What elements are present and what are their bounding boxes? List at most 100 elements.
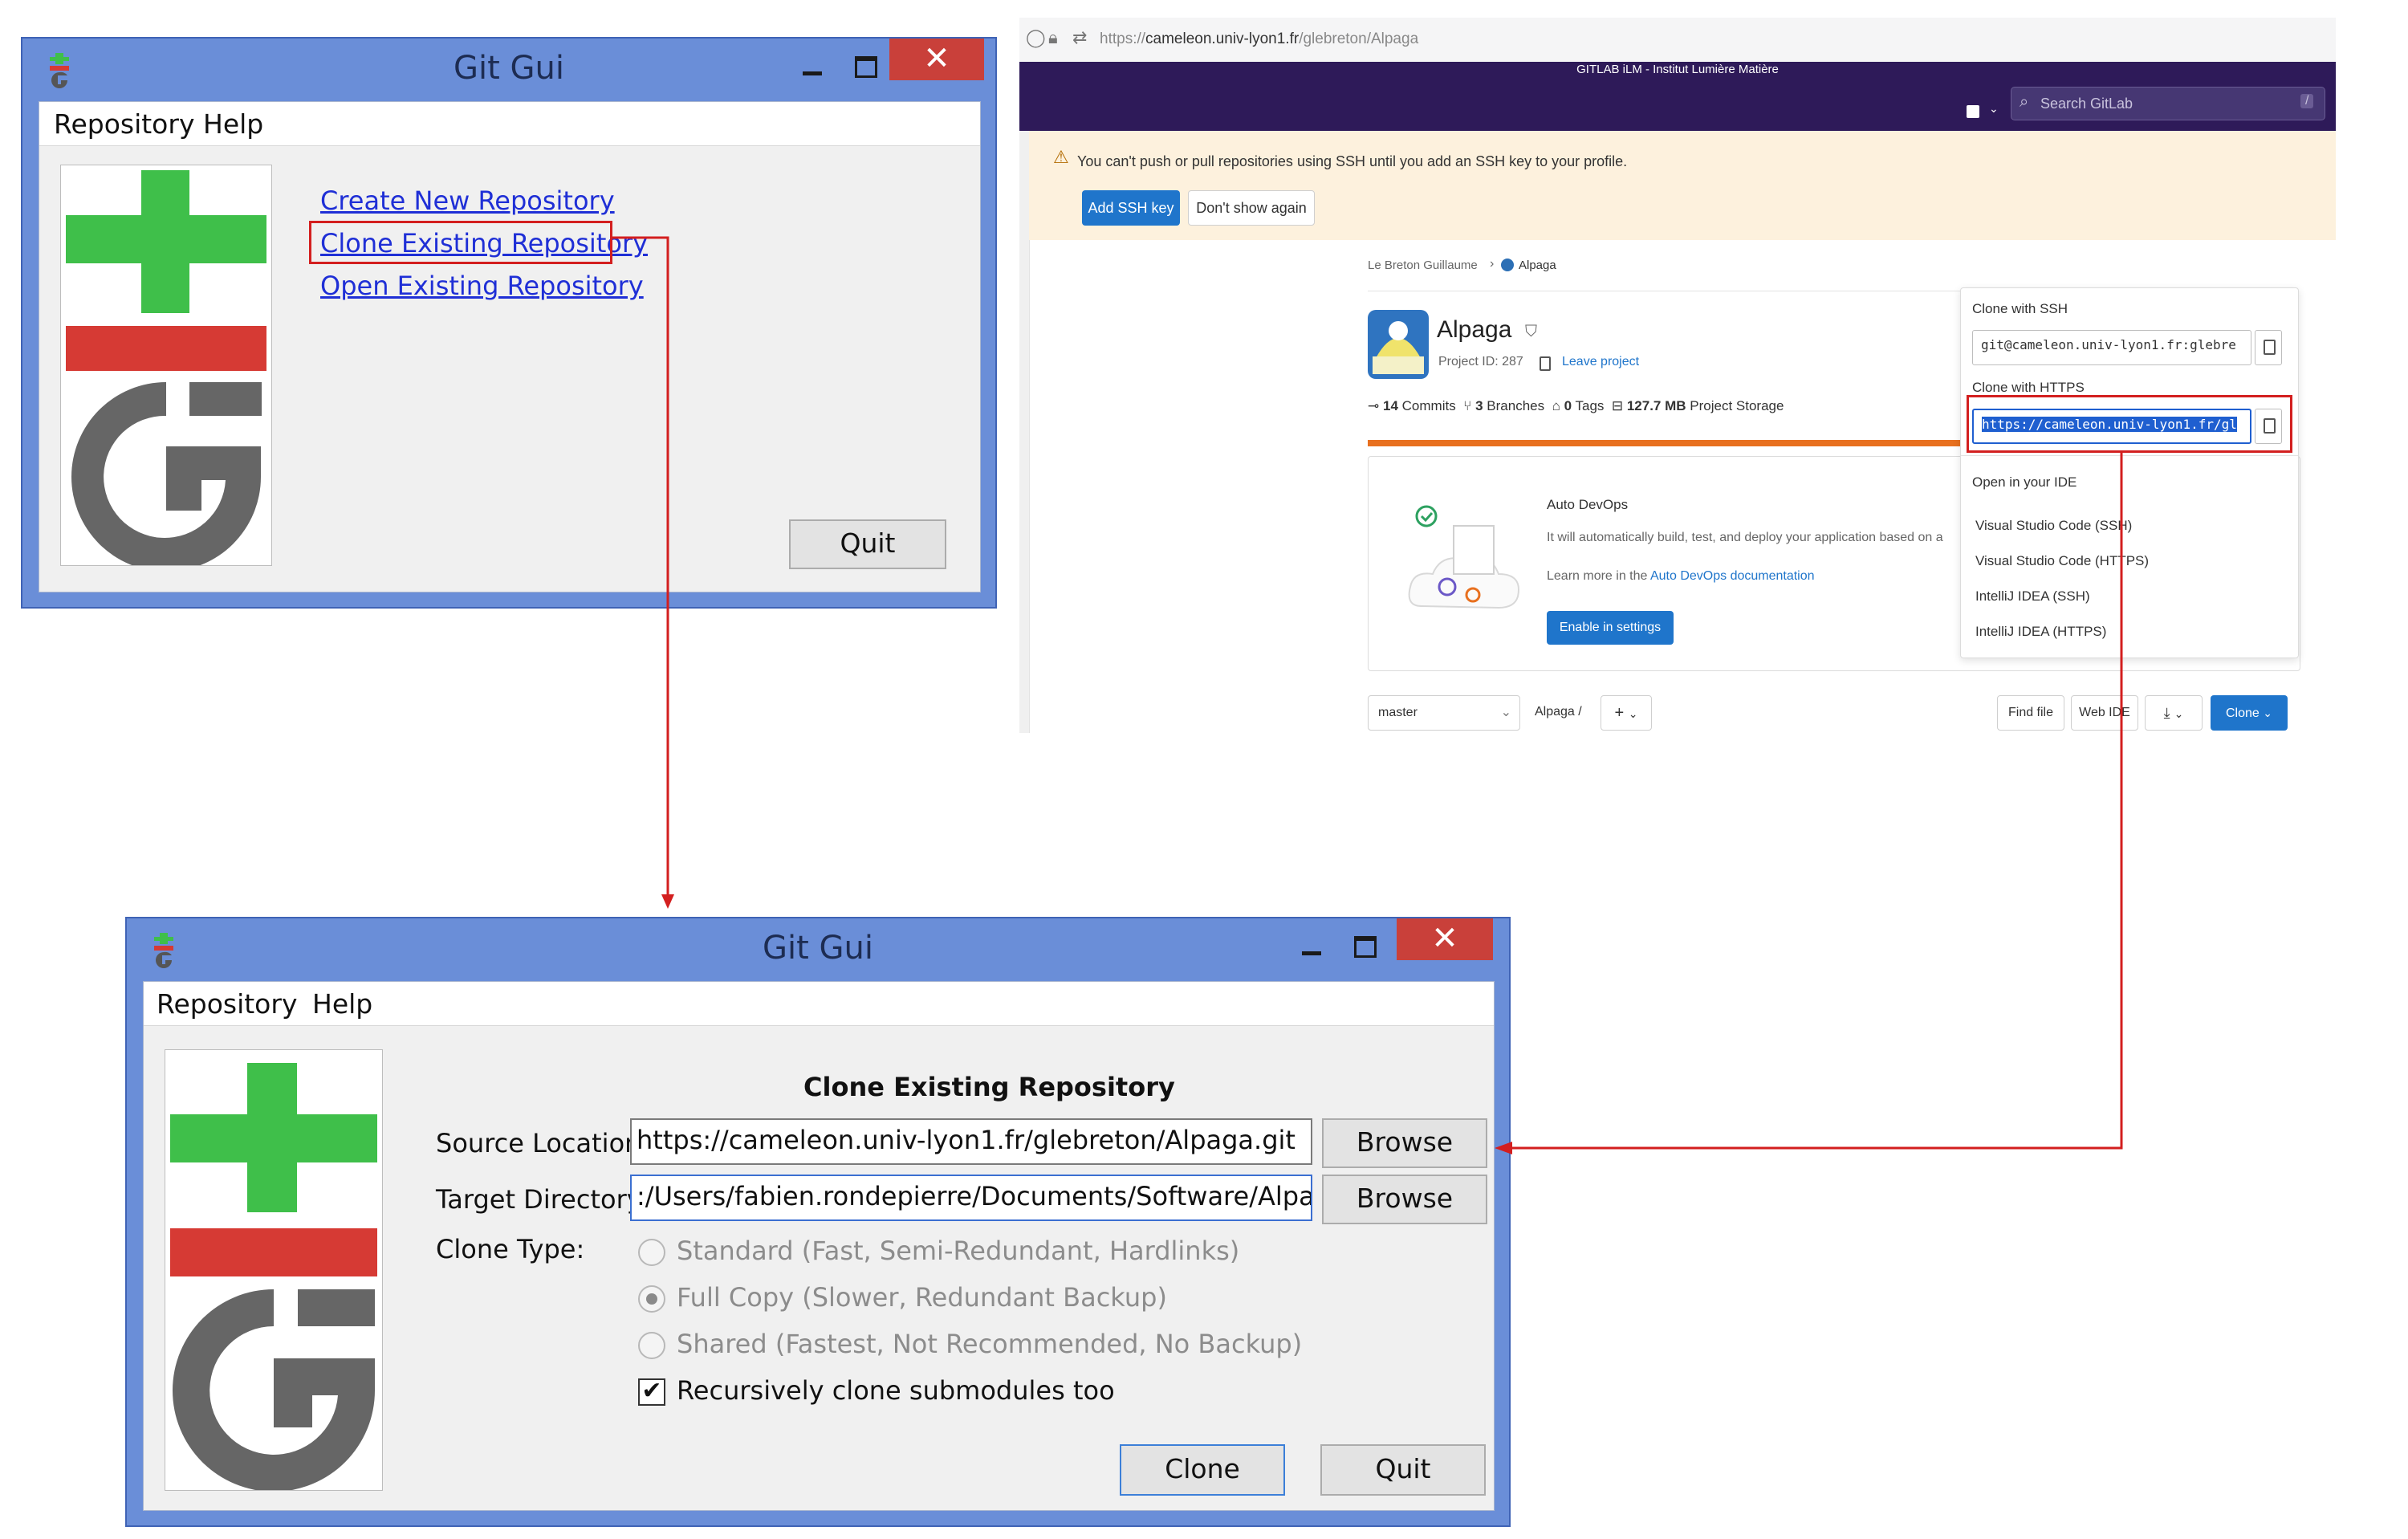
minimize-button[interactable]	[798, 53, 827, 85]
site-settings-icon: ⇄	[1072, 27, 1088, 47]
target-directory-label: Target Directory:	[436, 1184, 649, 1215]
download-button[interactable]: ⤓ ⌄	[2145, 695, 2203, 731]
close-button[interactable]: ✕	[1397, 918, 1493, 960]
maximize-button[interactable]	[1350, 930, 1379, 962]
recursive-submodules-checkbox[interactable]: ✔	[638, 1378, 665, 1406]
add-to-tree-button[interactable]: + ⌄	[1601, 695, 1652, 731]
devops-illustration-icon	[1408, 505, 1519, 609]
source-browse-button[interactable]: Browse	[1322, 1118, 1487, 1168]
minimize-button[interactable]	[1297, 933, 1326, 965]
commits-count: 14	[1382, 398, 1398, 413]
project-id: Project ID: 287	[1438, 355, 1523, 368]
clone-type-label: Clone Type:	[436, 1234, 585, 1264]
source-location-label: Source Location:	[436, 1128, 650, 1158]
title-bar[interactable]: Git Gui ✕	[127, 918, 1509, 981]
copy-ssh-url-icon[interactable]	[2255, 330, 2282, 365]
chevron-down-icon[interactable]: ⌄	[1989, 102, 1999, 116]
dont-show-again-button[interactable]: Don't show again	[1188, 190, 1315, 226]
enable-in-settings-button[interactable]: Enable in settings	[1547, 611, 1674, 645]
recursive-submodules-label: Recursively clone submodules too	[677, 1375, 1115, 1406]
ide-intellij-https[interactable]: IntelliJ IDEA (HTTPS)	[1975, 624, 2106, 640]
clone-type-standard-radio[interactable]	[638, 1239, 665, 1266]
warning-text: You can't push or pull repositories usin…	[1077, 153, 1628, 169]
quit-button[interactable]: Quit	[789, 519, 946, 569]
copy-project-id-icon[interactable]	[1540, 356, 1551, 371]
clone-ssh-url-field[interactable]: git@cameleon.univ-lyon1.fr:glebre	[1972, 330, 2251, 365]
breadcrumb-namespace[interactable]: Le Breton Guillaume	[1368, 259, 1478, 272]
search-icon: ⌕	[2020, 93, 2029, 111]
shield-icon: ◯	[1026, 27, 1046, 47]
clone-https-heading: Clone with HTTPS	[1972, 380, 2085, 395]
target-directory-input[interactable]: :/Users/fabien.rondepierre/Documents/Sof…	[630, 1175, 1312, 1221]
breadcrumb-project[interactable]: Alpaga	[1519, 259, 1556, 272]
create-new-repository-link[interactable]: Create New Repository	[320, 185, 615, 216]
quit-button[interactable]: Quit	[1320, 1444, 1486, 1496]
clone-dropdown-button[interactable]: Clone ⌄	[2211, 695, 2288, 731]
auto-devops-learn-more: Learn more in the Auto DevOps documentat…	[1547, 569, 1815, 583]
search-shortcut-badge: /	[2300, 94, 2314, 108]
search-gitlab-input[interactable]: ⌕ Search GitLab /	[2011, 87, 2325, 120]
source-location-input[interactable]: https://cameleon.univ-lyon1.fr/glebreton…	[630, 1118, 1312, 1165]
branches-link[interactable]: Branches	[1487, 398, 1544, 413]
download-icon: ⤓	[2163, 705, 2170, 721]
window-client: Repository Help Create New Repository Cl…	[39, 101, 981, 592]
web-ide-button[interactable]: Web IDE	[2071, 695, 2138, 731]
clone-link-highlight	[309, 221, 612, 264]
clone-type-full-copy-label: Full Copy (Slower, Redundant Backup)	[677, 1282, 1167, 1313]
branch-icon: ⑂	[1463, 398, 1472, 413]
commits-link[interactable]: Commits	[1402, 398, 1456, 413]
project-stats: ⊸ 14 Commits ⑂ 3 Branches ⌂ 0 Tags ⊟ 127…	[1368, 398, 1784, 414]
tags-link[interactable]: Tags	[1575, 398, 1604, 413]
url-text[interactable]: https://cameleon.univ-lyon1.fr/glebreton…	[1100, 31, 1418, 48]
find-file-button[interactable]: Find file	[1997, 695, 2064, 731]
breadcrumb-separator-icon: ›	[1490, 257, 1495, 271]
close-button[interactable]: ✕	[889, 39, 984, 80]
storage-link[interactable]: Project Storage	[1690, 398, 1784, 413]
instance-banner: GITLAB iLM - Institut Lumière Matière	[1019, 62, 2336, 78]
browser-address-bar[interactable]: ◯ 🔒︎ ⇄ https://cameleon.univ-lyon1.fr/gl…	[1019, 18, 2336, 63]
auto-devops-title: Auto DevOps	[1547, 497, 1629, 512]
https-url-highlight	[1967, 395, 2292, 453]
tag-icon: ⌂	[1552, 398, 1560, 413]
clone-button[interactable]: Clone	[1120, 1444, 1285, 1496]
clone-dropdown-menu: Clone with SSH git@cameleon.univ-lyon1.f…	[1960, 287, 2299, 658]
clone-type-shared-radio[interactable]	[638, 1332, 665, 1359]
open-existing-repository-link[interactable]: Open Existing Repository	[320, 271, 644, 301]
clone-type-full-copy-radio[interactable]	[638, 1285, 665, 1313]
branch-selector[interactable]: master ⌄	[1368, 695, 1520, 731]
maximize-button[interactable]	[851, 50, 880, 82]
chevron-down-icon: ⌄	[1628, 707, 1638, 720]
commit-icon: ⊸	[1368, 398, 1380, 413]
auto-devops-docs-link[interactable]: Auto DevOps documentation	[1650, 569, 1815, 583]
title-bar[interactable]: Git Gui ✕	[22, 39, 995, 101]
warning-icon: ⚠	[1053, 147, 1069, 167]
lock-icon: 🔒︎	[1048, 27, 1058, 47]
git-logo	[165, 1049, 383, 1491]
git-gui-clone-window: Git Gui ✕ Repository Help Clone Existing…	[125, 917, 1511, 1527]
ide-vscode-https[interactable]: Visual Studio Code (HTTPS)	[1975, 553, 2149, 569]
tags-count: 0	[1564, 398, 1572, 413]
leave-project-link[interactable]: Leave project	[1562, 355, 1639, 369]
open-in-ide-heading: Open in your IDE	[1972, 474, 2077, 490]
ide-intellij-ssh[interactable]: IntelliJ IDEA (SSH)	[1975, 588, 2090, 605]
ide-vscode-ssh[interactable]: Visual Studio Code (SSH)	[1975, 518, 2132, 534]
menu-bar: Repository Help	[39, 102, 980, 146]
menu-repository[interactable]: Repository	[157, 988, 297, 1020]
repo-path: Alpaga /	[1535, 705, 1582, 719]
git-logo	[60, 165, 272, 566]
search-placeholder: Search GitLab	[2040, 96, 2133, 112]
menu-repository[interactable]: Repository	[54, 108, 194, 140]
storage-size: 127.7 MB	[1626, 398, 1686, 413]
menu-bar: Repository Help	[144, 982, 1494, 1026]
menu-help[interactable]: Help	[312, 988, 372, 1020]
visibility-shield-icon: ⛉	[1525, 323, 1537, 340]
add-ssh-key-button[interactable]: Add SSH key	[1082, 190, 1180, 226]
gitlab-browser: ◯ 🔒︎ ⇄ https://cameleon.univ-lyon1.fr/gl…	[1019, 18, 2336, 740]
clone-type-standard-label: Standard (Fast, Semi-Redundant, Hardlink…	[677, 1236, 1240, 1266]
storage-icon: ⊟	[1611, 398, 1624, 413]
storage-progress-bar	[1368, 440, 1981, 446]
menu-help[interactable]: Help	[203, 108, 263, 140]
git-gui-window: Git Gui ✕ Repository Help Create New Rep…	[21, 37, 997, 609]
create-new-icon[interactable]	[1967, 105, 1979, 118]
target-browse-button[interactable]: Browse	[1322, 1175, 1487, 1224]
